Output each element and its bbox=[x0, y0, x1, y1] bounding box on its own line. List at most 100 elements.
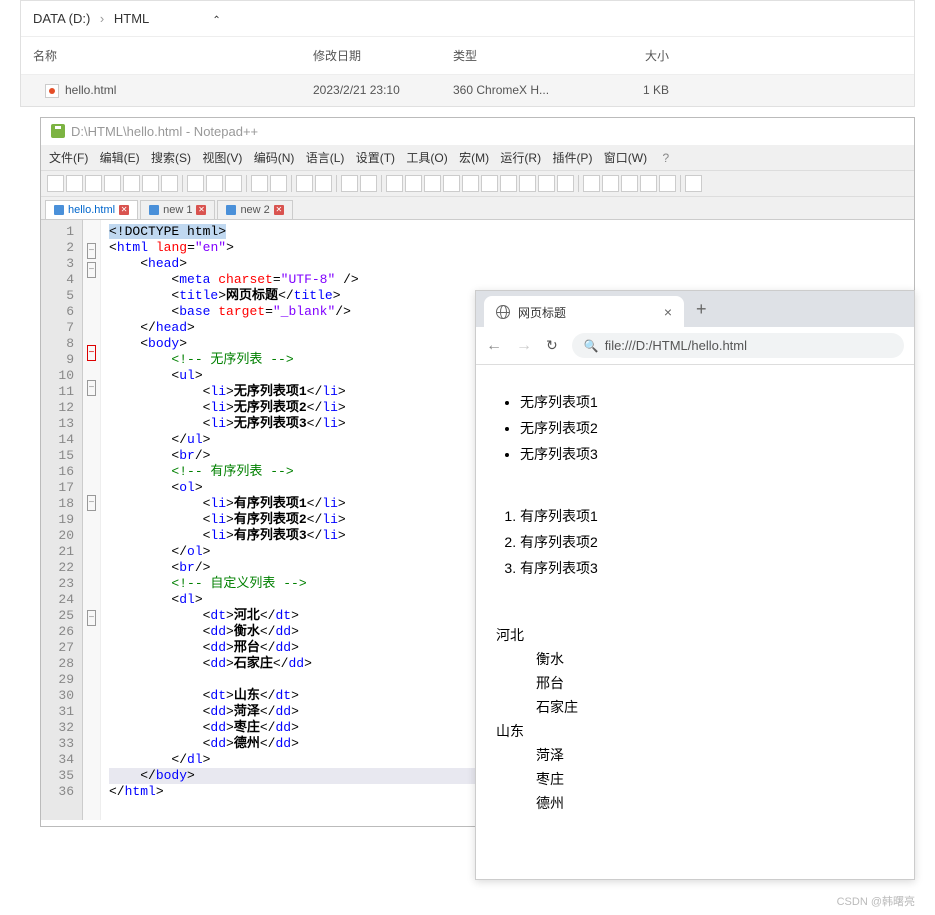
redo-icon[interactable] bbox=[270, 175, 287, 192]
window-titlebar[interactable]: D:\HTML\hello.html - Notepad++ bbox=[41, 118, 914, 145]
file-row[interactable]: hello.html 2023/2/21 23:10 360 ChromeX H… bbox=[21, 75, 914, 106]
word-wrap-icon[interactable] bbox=[405, 175, 422, 192]
doc-list-icon[interactable] bbox=[538, 175, 555, 192]
editor-tab-new1[interactable]: new 1 ✕ bbox=[140, 200, 215, 219]
tab-save-icon bbox=[149, 205, 159, 215]
user-lang-icon[interactable] bbox=[462, 175, 479, 192]
menu-tools[interactable]: 工具(O) bbox=[406, 151, 447, 165]
save-macro-icon[interactable] bbox=[659, 175, 676, 192]
list-item: 无序列表项3 bbox=[520, 441, 894, 467]
definition-desc: 衡水 bbox=[536, 649, 894, 669]
close-icon[interactable] bbox=[123, 175, 140, 192]
zoom-in-icon[interactable] bbox=[341, 175, 358, 192]
undo-icon[interactable] bbox=[251, 175, 268, 192]
monitoring-icon[interactable] bbox=[557, 175, 574, 192]
tab-close-icon[interactable]: ✕ bbox=[196, 205, 206, 215]
url-text: file:///D:/HTML/hello.html bbox=[605, 338, 747, 353]
header-type[interactable]: 类型 bbox=[441, 43, 601, 68]
copy-icon[interactable] bbox=[206, 175, 223, 192]
menu-settings[interactable]: 设置(T) bbox=[356, 151, 395, 165]
file-list-header: 名称 修改日期 类型 大小 bbox=[21, 36, 914, 75]
browser-tab[interactable]: 网页标题 × bbox=[484, 296, 684, 329]
stop-macro-icon[interactable] bbox=[602, 175, 619, 192]
definition-desc: 邢台 bbox=[536, 673, 894, 693]
function-list-icon[interactable] bbox=[500, 175, 517, 192]
address-bar[interactable]: 🔍 file:///D:/HTML/hello.html bbox=[572, 333, 904, 358]
tab-label: new 1 bbox=[163, 204, 192, 216]
cut-icon[interactable] bbox=[187, 175, 204, 192]
menu-help[interactable]: ? bbox=[662, 151, 669, 165]
header-date[interactable]: 修改日期 bbox=[301, 43, 441, 68]
run-macro-multi-icon[interactable] bbox=[640, 175, 657, 192]
search-icon: 🔍 bbox=[584, 339, 599, 353]
save-all-icon[interactable] bbox=[104, 175, 121, 192]
ordered-list: 有序列表项1有序列表项2有序列表项3 bbox=[520, 503, 894, 581]
menu-language[interactable]: 语言(L) bbox=[306, 151, 345, 165]
file-date: 2023/2/21 23:10 bbox=[301, 79, 441, 102]
list-item: 无序列表项1 bbox=[520, 389, 894, 415]
file-size: 1 KB bbox=[601, 79, 681, 102]
menu-view[interactable]: 视图(V) bbox=[202, 151, 242, 165]
editor-tab-hello[interactable]: hello.html ✕ bbox=[45, 200, 138, 219]
toolbar-separator bbox=[680, 175, 681, 192]
file-type: 360 ChromeX H... bbox=[441, 79, 601, 102]
find-icon[interactable] bbox=[296, 175, 313, 192]
tab-label: hello.html bbox=[68, 204, 115, 216]
sync-scroll-icon[interactable] bbox=[386, 175, 403, 192]
zoom-out-icon[interactable] bbox=[360, 175, 377, 192]
breadcrumb-root[interactable]: DATA (D:) bbox=[33, 11, 90, 26]
unordered-list: 无序列表项1无序列表项2无序列表项3 bbox=[520, 389, 894, 467]
toolbar-separator bbox=[578, 175, 579, 192]
toolbar-separator bbox=[336, 175, 337, 192]
menu-edit[interactable]: 编辑(E) bbox=[100, 151, 140, 165]
document-map-icon[interactable] bbox=[519, 175, 536, 192]
folder-workspace-icon[interactable] bbox=[481, 175, 498, 192]
toolbar-separator bbox=[246, 175, 247, 192]
record-macro-icon[interactable] bbox=[583, 175, 600, 192]
tab-save-icon bbox=[226, 205, 236, 215]
open-file-icon[interactable] bbox=[66, 175, 83, 192]
browser-toolbar: ← → ↻ 🔍 file:///D:/HTML/hello.html bbox=[476, 327, 914, 365]
toolbar bbox=[41, 171, 914, 197]
window-title: D:\HTML\hello.html - Notepad++ bbox=[71, 124, 258, 139]
forward-button[interactable]: → bbox=[516, 337, 532, 355]
menu-file[interactable]: 文件(F) bbox=[49, 151, 88, 165]
play-macro-icon[interactable] bbox=[621, 175, 638, 192]
show-symbols-icon[interactable] bbox=[424, 175, 441, 192]
header-name[interactable]: 名称 bbox=[21, 43, 301, 68]
fold-column: −− − − − − bbox=[83, 220, 101, 820]
reload-button[interactable]: ↻ bbox=[546, 337, 558, 354]
tab-save-icon bbox=[54, 205, 64, 215]
toolbar-separator bbox=[291, 175, 292, 192]
save-icon[interactable] bbox=[85, 175, 102, 192]
menu-search[interactable]: 搜索(S) bbox=[151, 151, 191, 165]
new-tab-button[interactable]: + bbox=[696, 299, 707, 320]
menu-macro[interactable]: 宏(M) bbox=[459, 151, 489, 165]
menu-run[interactable]: 运行(R) bbox=[500, 151, 541, 165]
paste-icon[interactable] bbox=[225, 175, 242, 192]
tab-label: new 2 bbox=[240, 204, 269, 216]
tab-close-icon[interactable]: × bbox=[664, 304, 672, 320]
replace-icon[interactable] bbox=[315, 175, 332, 192]
tab-close-icon[interactable]: ✕ bbox=[274, 205, 284, 215]
header-size[interactable]: 大小 bbox=[601, 43, 681, 68]
print-icon[interactable] bbox=[161, 175, 178, 192]
editor-tab-new2[interactable]: new 2 ✕ bbox=[217, 200, 292, 219]
menu-window[interactable]: 窗口(W) bbox=[604, 151, 647, 165]
breadcrumb[interactable]: DATA (D:) › HTML ⌃ bbox=[21, 1, 914, 36]
list-item: 有序列表项2 bbox=[520, 529, 894, 555]
definition-desc: 德州 bbox=[536, 793, 894, 813]
breadcrumb-separator: › bbox=[100, 11, 104, 26]
back-button[interactable]: ← bbox=[486, 337, 502, 355]
new-file-icon[interactable] bbox=[47, 175, 64, 192]
tab-close-icon[interactable]: ✕ bbox=[119, 205, 129, 215]
menu-plugins[interactable]: 插件(P) bbox=[552, 151, 592, 165]
close-all-icon[interactable] bbox=[142, 175, 159, 192]
toolbar-separator bbox=[182, 175, 183, 192]
menu-encoding[interactable]: 编码(N) bbox=[254, 151, 295, 165]
breadcrumb-child[interactable]: HTML bbox=[114, 11, 149, 26]
browser-tab-strip: 网页标题 × + bbox=[476, 291, 914, 327]
spell-check-icon[interactable] bbox=[685, 175, 702, 192]
menu-bar: 文件(F) 编辑(E) 搜索(S) 视图(V) 编码(N) 语言(L) 设置(T… bbox=[41, 145, 914, 171]
indent-guide-icon[interactable] bbox=[443, 175, 460, 192]
